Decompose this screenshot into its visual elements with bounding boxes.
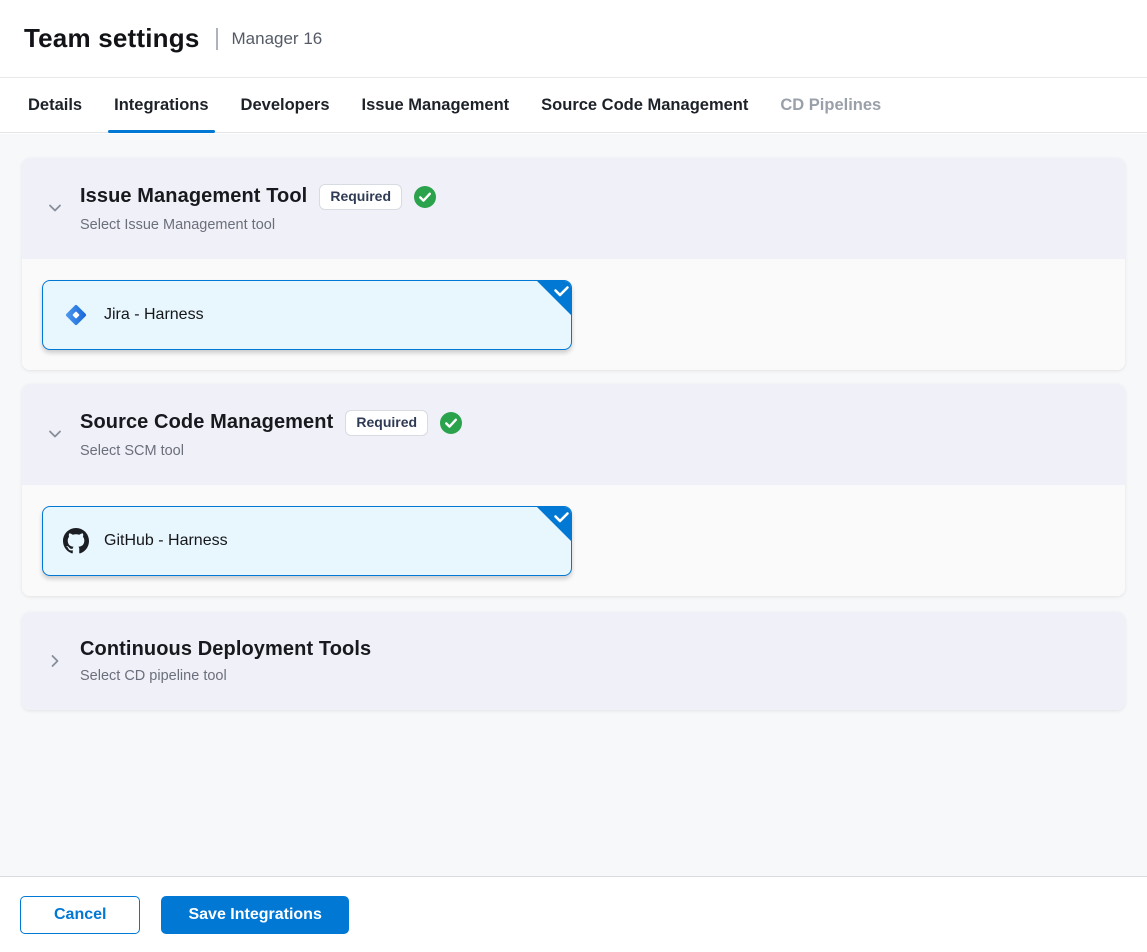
tab-integrations[interactable]: Integrations — [98, 78, 224, 132]
tool-card-jira[interactable]: Jira - Harness — [42, 280, 572, 350]
section-issue-management: Issue Management Tool Required Select Is… — [22, 158, 1125, 370]
integrations-panel: Issue Management Tool Required Select Is… — [0, 134, 1147, 876]
section-subtitle: Select SCM tool — [80, 443, 462, 459]
jira-icon — [63, 302, 89, 328]
save-integrations-button[interactable]: Save Integrations — [161, 896, 348, 934]
selected-check-icon — [537, 507, 571, 541]
tool-card-github[interactable]: GitHub - Harness — [42, 506, 572, 576]
tab-source-code-management[interactable]: Source Code Management — [525, 78, 764, 132]
section-title: Continuous Deployment Tools — [80, 638, 371, 661]
check-circle-icon — [414, 186, 436, 208]
page-subtitle: Manager 16 — [232, 29, 323, 49]
section-subtitle: Select CD pipeline tool — [80, 668, 371, 684]
selected-check-icon — [537, 281, 571, 315]
section-title: Source Code Management — [80, 411, 333, 434]
section-issue-management-header[interactable]: Issue Management Tool Required Select Is… — [22, 158, 1125, 259]
section-cd-tools: Continuous Deployment Tools Select CD pi… — [22, 612, 1125, 710]
tool-label: GitHub - Harness — [104, 532, 228, 550]
github-icon — [63, 528, 89, 554]
section-subtitle: Select Issue Management tool — [80, 217, 436, 233]
section-title: Issue Management Tool — [80, 185, 307, 208]
chevron-down-icon — [46, 425, 64, 443]
tab-developers[interactable]: Developers — [225, 78, 346, 132]
tab-issue-management[interactable]: Issue Management — [346, 78, 526, 132]
required-badge: Required — [319, 184, 402, 210]
tab-cd-pipelines: CD Pipelines — [764, 78, 897, 132]
page-title: Team settings — [24, 23, 200, 54]
page-header: Team settings Manager 16 — [0, 0, 1147, 78]
section-source-code-management-header[interactable]: Source Code Management Required Select S… — [22, 384, 1125, 485]
section-source-code-management: Source Code Management Required Select S… — [22, 384, 1125, 596]
required-badge: Required — [345, 410, 428, 436]
title-divider — [216, 28, 218, 50]
footer-action-bar: Cancel Save Integrations — [0, 876, 1147, 952]
tab-details[interactable]: Details — [12, 78, 98, 132]
tool-label: Jira - Harness — [104, 306, 204, 324]
section-cd-tools-header[interactable]: Continuous Deployment Tools Select CD pi… — [22, 612, 1125, 710]
tab-bar: Details Integrations Developers Issue Ma… — [0, 78, 1147, 133]
cancel-button[interactable]: Cancel — [20, 896, 140, 934]
section-source-code-management-body: GitHub - Harness — [22, 485, 1125, 596]
check-circle-icon — [440, 412, 462, 434]
section-issue-management-body: Jira - Harness — [22, 259, 1125, 370]
chevron-down-icon — [46, 199, 64, 217]
chevron-right-icon — [46, 652, 64, 670]
